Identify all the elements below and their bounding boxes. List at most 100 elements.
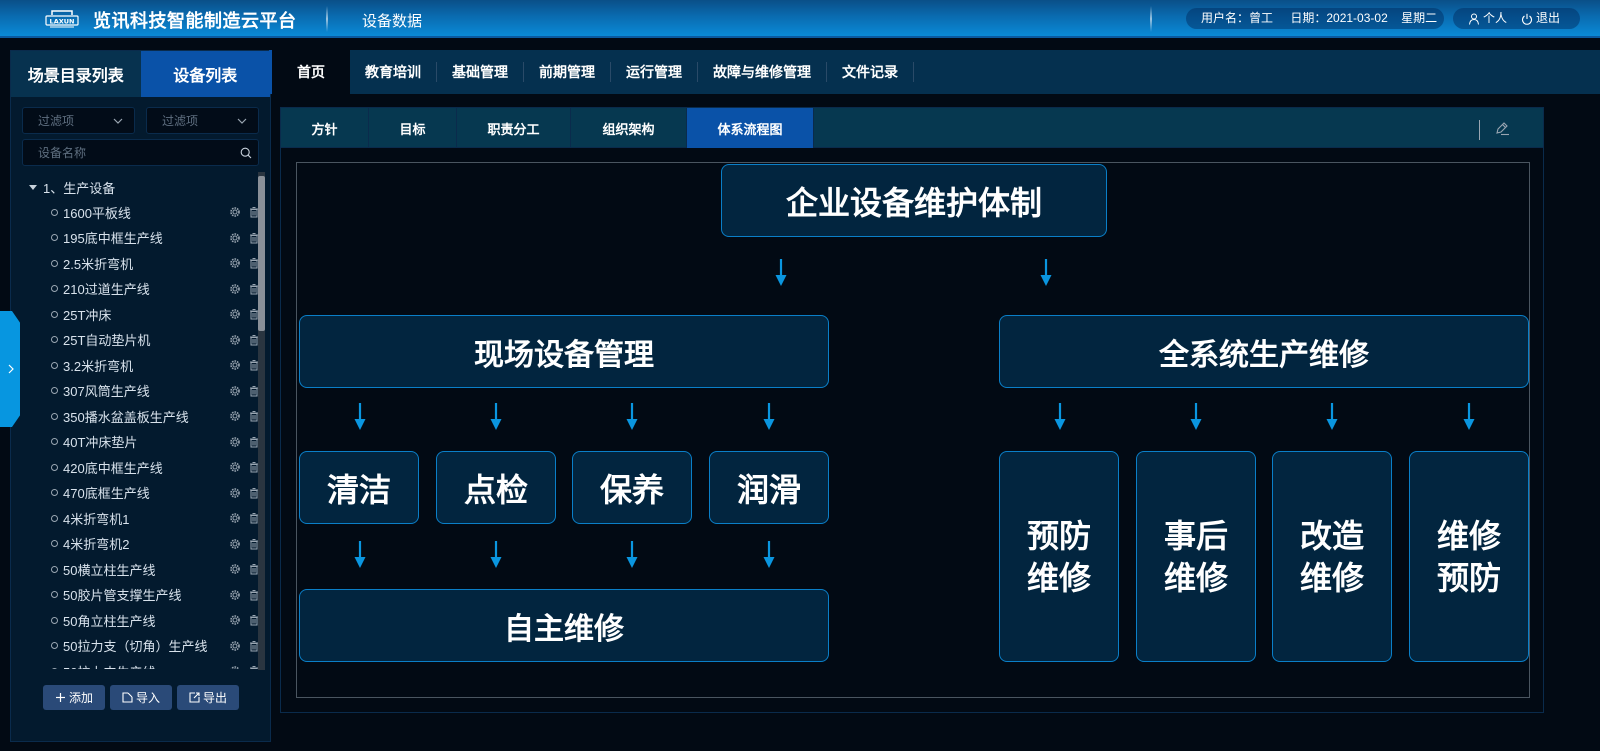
gear-icon (230, 462, 240, 472)
edit-icon[interactable] (1493, 120, 1511, 138)
settings-button[interactable] (228, 588, 242, 602)
settings-button[interactable] (228, 639, 242, 653)
settings-button[interactable] (228, 282, 242, 296)
tree-item[interactable]: 1600平板线 (51, 202, 261, 222)
flowchart-canvas: 企业设备维护体制 现场设备管理 全系统生产维修 自主维修 清洁 点检 保养 润滑 预防… (296, 162, 1530, 698)
sidebar-toggle[interactable] (0, 311, 20, 427)
circle-icon (51, 412, 58, 420)
tree-item[interactable]: 350播水盆盖板生产线 (51, 406, 261, 426)
arrow-down-icon (763, 541, 775, 569)
tree-item[interactable]: 50胶片管支撑生产线 (51, 585, 261, 605)
arrow-down-icon (626, 541, 638, 569)
device-name-input[interactable] (38, 145, 240, 160)
settings-button[interactable] (228, 358, 242, 372)
arrow-down-icon (490, 541, 502, 569)
tree-item[interactable]: 307风筒生产线 (51, 381, 261, 401)
device-name: 50角立柱生产线 (63, 613, 156, 629)
sub-tab-3[interactable]: 组织架构 (571, 108, 687, 148)
tree-item[interactable]: 40T冲床垫片 (51, 432, 261, 452)
profile-button[interactable]: 个人 (1468, 8, 1507, 29)
tree-item[interactable]: 25T自动垫片机 (51, 330, 261, 350)
add-button[interactable]: 添加 (43, 685, 105, 710)
search-icon[interactable] (240, 147, 252, 159)
settings-button[interactable] (228, 562, 242, 576)
settings-button[interactable] (228, 307, 242, 321)
circle-icon (51, 642, 58, 649)
nav-item-6[interactable]: 文件记录 (827, 50, 913, 94)
nav-item-5[interactable]: 故障与维修管理 (698, 50, 826, 94)
tree-item[interactable]: 420底中框生产线 (51, 457, 261, 477)
gear-icon (230, 436, 240, 447)
node-line: 维修 (1299, 559, 1364, 596)
top-bar: LAXUN 览讯科技智能制造云平台 设备数据 用户名：曾工 日期：2021-03… (0, 0, 1600, 38)
sub-tab-2[interactable]: 职责分工 (457, 108, 571, 148)
tree-item[interactable]: 2.5米折弯机 (51, 253, 261, 273)
logout-button[interactable]: 退出 (1521, 8, 1560, 29)
tree-item[interactable]: 25T冲床 (51, 304, 261, 324)
nav-item-2[interactable]: 基础管理 (437, 50, 523, 94)
nav-item-4[interactable]: 运行管理 (611, 50, 697, 94)
tree-item[interactable]: 50拉力支生产线 (51, 661, 261, 669)
gear-icon (230, 666, 240, 669)
settings-button[interactable] (228, 664, 242, 669)
circle-icon (51, 667, 58, 669)
tree-item[interactable]: 50角立柱生产线 (51, 610, 261, 630)
sub-tab-1[interactable]: 目标 (369, 108, 457, 148)
tree-node-label: 1、生产设备 (43, 180, 116, 196)
tree-item[interactable]: 195底中框生产线 (51, 228, 261, 248)
device-name: 307风筒生产线 (63, 384, 150, 399)
circle-icon (51, 336, 58, 343)
device-name: 195底中框生产线 (63, 231, 163, 246)
arrow-down-icon (1326, 403, 1338, 431)
tree-item[interactable]: 470底框生产线 (51, 483, 261, 503)
sub-tab-0[interactable]: 方针 (281, 108, 369, 148)
tree-item[interactable]: 3.2米折弯机 (51, 355, 261, 375)
settings-button[interactable] (228, 435, 242, 449)
export-button[interactable]: 导出 (177, 685, 239, 710)
divider (913, 62, 914, 82)
settings-button[interactable] (228, 486, 242, 500)
node-left-child: 点检 (436, 451, 556, 524)
tree-item[interactable]: 50拉力支（切角）生产线 (51, 636, 261, 656)
gear-icon (230, 258, 240, 268)
scrollbar-thumb[interactable] (258, 176, 265, 331)
settings-button[interactable] (228, 460, 242, 474)
tab-scene-catalog[interactable]: 场景目录列表 (11, 51, 141, 97)
import-button[interactable]: 导入 (110, 685, 172, 710)
settings-button[interactable] (228, 409, 242, 423)
arrow-down-icon (490, 403, 502, 431)
sub-tabs: 方针 目标 职责分工 组织架构 体系流程图 (281, 108, 1543, 148)
tree-item[interactable]: 210过道生产线 (51, 279, 261, 299)
user-icon (1469, 13, 1479, 25)
tree-node-production-equipment[interactable]: 1、生产设备 (29, 179, 116, 196)
settings-button[interactable] (228, 256, 242, 270)
gear-icon (230, 385, 240, 396)
circle-icon (51, 616, 58, 624)
settings-button[interactable] (228, 231, 242, 245)
sub-tab-4[interactable]: 体系流程图 (687, 108, 814, 148)
settings-button[interactable] (228, 613, 242, 627)
tree-scrollbar[interactable] (258, 172, 265, 670)
circle-icon (51, 361, 58, 369)
arrow-down-icon (1040, 259, 1052, 287)
filter-select-2[interactable]: 过滤项 (146, 107, 259, 134)
settings-button[interactable] (228, 205, 242, 219)
tab-device-list[interactable]: 设备列表 (140, 51, 270, 97)
tree-item[interactable]: 50横立柱生产线 (51, 559, 261, 579)
caret-down-icon (29, 184, 37, 190)
settings-button[interactable] (228, 333, 242, 347)
nav-item-3[interactable]: 前期管理 (524, 50, 610, 94)
device-list-panel: 场景目录列表 设备列表 过滤项 过滤项 1、生产设备 1600平板线 195底中框… (10, 50, 271, 742)
import-icon (122, 692, 133, 703)
settings-button[interactable] (228, 384, 242, 398)
nav-item-0[interactable]: 首页 (272, 50, 350, 94)
circle-icon (51, 540, 58, 547)
settings-button[interactable] (228, 511, 242, 525)
tree-item[interactable]: 4米折弯机2 (51, 534, 261, 554)
filter-select-1[interactable]: 过滤项 (22, 107, 135, 134)
tree-item[interactable]: 4米折弯机1 (51, 508, 261, 528)
logout-label: 退出 (1536, 11, 1561, 25)
divider (1479, 120, 1480, 140)
nav-item-1[interactable]: 教育培训 (350, 50, 436, 94)
settings-button[interactable] (228, 537, 242, 551)
